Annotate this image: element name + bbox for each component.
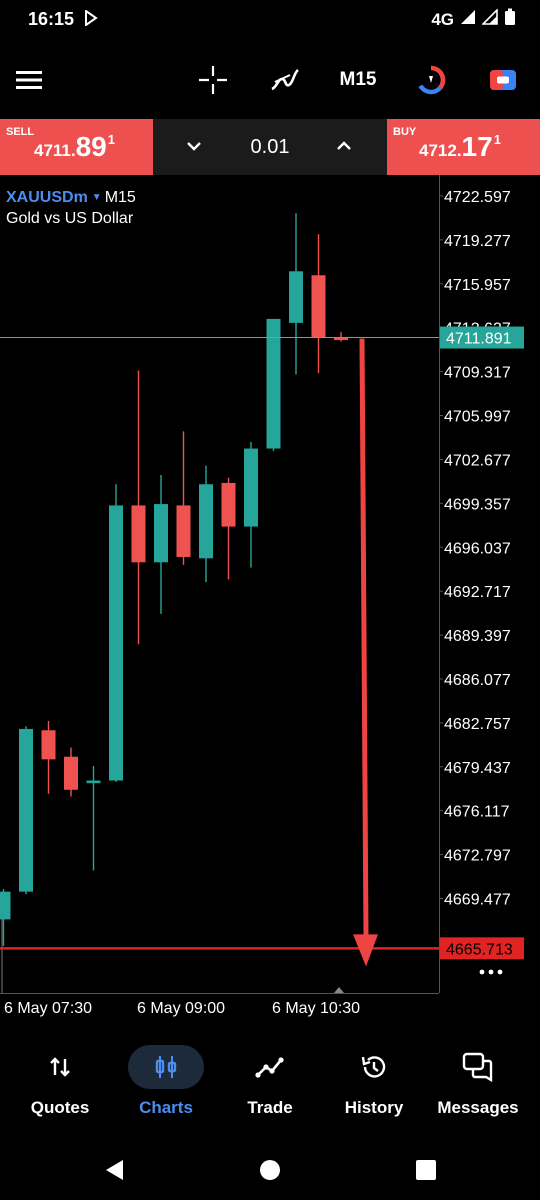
symbol-name[interactable]: XAUUSDm	[6, 189, 88, 206]
status-bar: 16:15 4G	[0, 0, 540, 40]
indicators-icon[interactable]	[262, 50, 308, 110]
more-options-dot	[488, 969, 494, 975]
bullish-candle	[154, 504, 168, 563]
messages-icon	[426, 1052, 530, 1082]
bullish-candle	[86, 780, 101, 784]
price-axis-label: 4722.597	[444, 189, 511, 206]
annotation-arrow-shaft	[359, 338, 369, 937]
back-icon[interactable]	[94, 1152, 134, 1188]
one-click-trading-panel: SELL 4711.891 0.01 BUY 4712.171	[0, 119, 540, 175]
price-axis-label: 4702.677	[444, 452, 511, 469]
price-axis-label: 4719.277	[444, 233, 511, 250]
buy-button[interactable]: BUY 4712.171	[387, 119, 540, 175]
nav-trade[interactable]: Trade	[218, 1040, 322, 1130]
nav-history[interactable]: History	[322, 1040, 426, 1130]
trade-panel-icon[interactable]	[480, 50, 526, 110]
sell-price: 4711.891	[34, 131, 115, 163]
price-axis-label: 4672.797	[444, 848, 511, 865]
bullish-candle	[109, 505, 123, 781]
bearish-candle	[131, 505, 146, 563]
price-axis-label: 4686.077	[444, 672, 511, 689]
buy-label: BUY	[393, 126, 417, 138]
sell-price-main: 4711.	[34, 141, 76, 160]
price-axis-label: 4682.757	[444, 716, 511, 733]
price-axis-label: 4689.397	[444, 628, 511, 645]
bid-price-label: 4711.891	[446, 331, 512, 348]
price-axis-label: 4679.437	[444, 760, 511, 777]
bullish-candle	[266, 318, 281, 449]
nav-messages-label: Messages	[437, 1098, 519, 1117]
nav-trade-label: Trade	[247, 1098, 293, 1117]
price-axis-label: 4715.957	[444, 277, 511, 294]
battery-icon	[504, 8, 516, 31]
buy-price-main: 4712.	[419, 141, 462, 160]
bullish-candle	[289, 271, 303, 323]
price-axis-label: 4705.997	[444, 409, 511, 426]
time-scroll-marker	[334, 987, 344, 993]
history-icon	[322, 1052, 426, 1082]
volume-control: 0.01	[153, 119, 387, 175]
sell-price-point: 1	[107, 132, 115, 147]
network-label: 4G	[431, 9, 454, 29]
bearish-candle	[311, 275, 326, 338]
chart-toolbar: M15	[0, 50, 540, 110]
bearish-candle	[64, 756, 78, 790]
price-chart[interactable]: 4722.5974719.2774715.9574712.6374709.317…	[0, 175, 540, 1035]
symbol-header[interactable]: XAUUSDm ▼ M15	[6, 189, 136, 207]
alert-price-label: 4665.713	[446, 941, 513, 958]
charts-icon	[114, 1052, 218, 1082]
crosshair-icon[interactable]	[190, 50, 236, 110]
price-axis-label: 4699.357	[444, 496, 511, 513]
trade-icon	[218, 1052, 322, 1082]
nav-quotes[interactable]: Quotes	[8, 1040, 112, 1130]
home-icon[interactable]	[250, 1152, 290, 1188]
nav-charts-label: Charts	[139, 1098, 193, 1117]
signal-icon	[460, 9, 476, 30]
sell-label: SELL	[6, 126, 35, 138]
menu-icon[interactable]	[6, 50, 52, 110]
status-indicators: 4G	[431, 8, 516, 31]
bearish-candle	[41, 730, 56, 760]
bullish-candle	[244, 448, 258, 527]
status-time: 16:15	[28, 9, 75, 29]
sell-button[interactable]: SELL 4711.891	[0, 119, 153, 175]
nav-messages[interactable]: Messages	[426, 1040, 530, 1130]
buy-price-point: 1	[493, 132, 501, 147]
quotes-icon	[8, 1052, 112, 1082]
time-axis-label: 6 May 07:30	[4, 1000, 92, 1017]
price-axis-label: 4692.717	[444, 584, 511, 601]
nav-quotes-label: Quotes	[30, 1098, 90, 1117]
sell-price-pips: 89	[75, 131, 107, 162]
symbol-timeframe: M15	[104, 189, 136, 206]
nav-charts[interactable]: Charts	[114, 1040, 218, 1130]
objects-icon[interactable]	[408, 50, 454, 110]
time-axis-label: 6 May 09:00	[137, 1000, 225, 1017]
bearish-candle	[176, 505, 191, 557]
wifi-signal-icon	[481, 8, 498, 30]
timeframe-button[interactable]: M15	[330, 50, 386, 110]
bottom-navigation: Quotes Charts Trade History Messages	[0, 1040, 540, 1130]
bullish-candle	[0, 891, 11, 920]
price-axis-label: 4709.317	[444, 365, 511, 382]
buy-price-pips: 17	[461, 131, 493, 162]
play-store-icon	[84, 9, 98, 31]
buy-price: 4712.171	[419, 131, 501, 163]
more-options-dot	[497, 969, 503, 975]
bullish-candle	[19, 728, 33, 892]
symbol-dropdown-icon[interactable]: ▼	[92, 192, 102, 203]
more-options-dot	[479, 969, 485, 975]
price-axis-label: 4696.037	[444, 540, 511, 557]
bearish-candle	[221, 482, 236, 527]
annotation-arrow-head	[353, 934, 378, 967]
bullish-candle	[199, 484, 213, 559]
time-axis-label: 6 May 10:30	[272, 1000, 360, 1017]
price-axis-label: 4669.477	[444, 892, 511, 909]
price-axis-label: 4676.117	[444, 804, 510, 821]
recents-icon[interactable]	[406, 1152, 446, 1188]
symbol-description: Gold vs US Dollar	[6, 210, 134, 227]
candlestick-chart[interactable]: 4722.5974719.2774715.9574712.6374709.317…	[0, 175, 540, 1035]
nav-history-label: History	[344, 1098, 404, 1117]
system-navigation-bar	[0, 1140, 540, 1200]
volume-increase-chevron-icon[interactable]	[333, 135, 355, 162]
